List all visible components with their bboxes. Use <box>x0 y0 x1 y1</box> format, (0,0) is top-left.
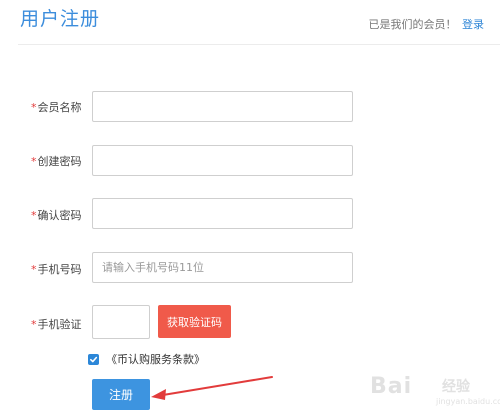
watermark-logo: Bai <box>370 374 413 399</box>
watermark-sub: 经验 <box>442 379 470 395</box>
baidu-watermark: Bai 经验 jingyan.baidu.com <box>370 364 500 412</box>
watermark-url: jingyan.baidu.com <box>436 397 500 406</box>
annotation-arrow-icon <box>151 376 273 400</box>
